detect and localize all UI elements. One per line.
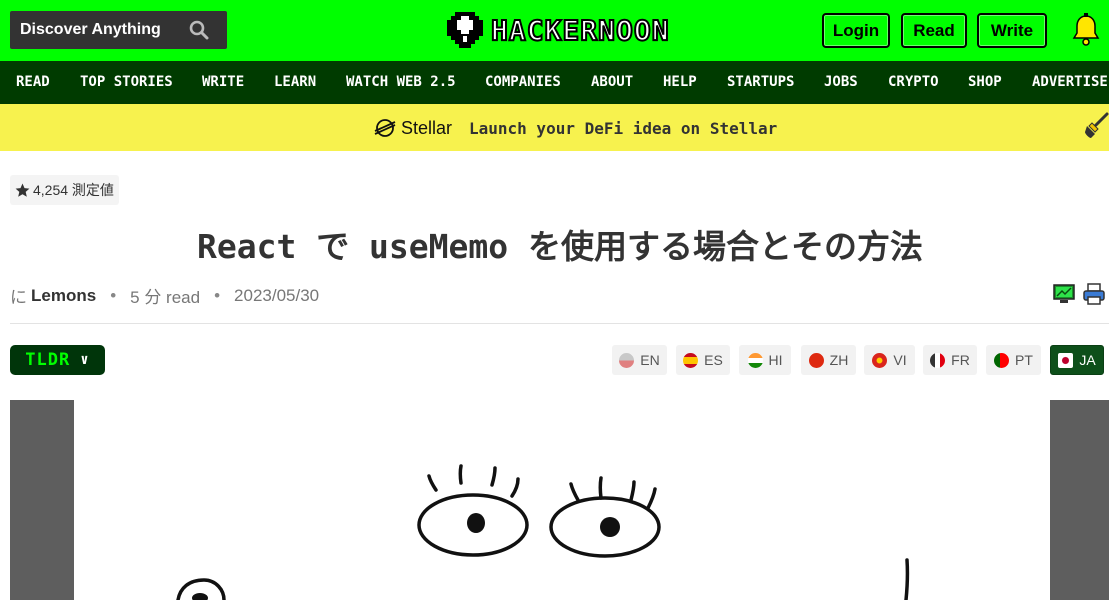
lang-code: VI — [893, 352, 907, 368]
nav-item-about[interactable]: ABOUT — [591, 74, 633, 90]
lang-hi[interactable]: HI — [739, 345, 791, 375]
search-icon — [189, 20, 209, 40]
nav-item-learn[interactable]: LEARN — [274, 74, 316, 90]
lang-code: FR — [951, 352, 970, 368]
nav-item-read[interactable]: READ — [16, 74, 50, 90]
japan-flag-icon — [1058, 352, 1074, 368]
notification-bell-icon[interactable] — [1068, 12, 1104, 48]
us-flag-icon — [619, 352, 635, 368]
cartoon-eyes-illustration — [176, 464, 910, 600]
vietnam-flag-icon — [872, 352, 888, 368]
author-link[interactable]: Lemons — [31, 286, 96, 306]
star-icon — [15, 183, 30, 197]
tldr-button[interactable]: TLDR ∨ — [10, 345, 105, 375]
china-flag-icon — [808, 352, 824, 368]
rating-text: 4,254 測定値 — [33, 182, 114, 198]
banner-text: Launch your DeFi idea on Stellar — [469, 119, 778, 138]
india-flag-icon — [747, 352, 763, 368]
stellar-icon — [374, 119, 396, 137]
tldr-label: TLDR — [25, 350, 71, 370]
lang-zh[interactable]: ZH — [801, 345, 856, 375]
hero-illustration — [74, 400, 1050, 600]
lang-code: JA — [1079, 352, 1096, 368]
lang-code: HI — [768, 352, 783, 368]
divider — [10, 323, 1109, 324]
nav-item-companies[interactable]: COMPANIES — [485, 74, 561, 90]
logo-icon — [447, 12, 483, 48]
nav-item-help[interactable]: HELP — [663, 74, 697, 90]
separator-dot: • — [110, 285, 117, 305]
top-header: Discover Anything HACKERNOON Login Read … — [0, 0, 1109, 61]
lang-es[interactable]: ES — [676, 345, 730, 375]
nav-item-startups[interactable]: STARTUPS — [727, 74, 794, 90]
search-bar[interactable]: Discover Anything — [10, 11, 227, 49]
nav-item-watch-web[interactable]: WATCH WEB 2.5 — [346, 74, 456, 90]
nav-item-write[interactable]: WRITE — [202, 74, 244, 90]
article-title: React で useMemo を使用する場合とその方法 — [196, 227, 924, 266]
lang-pt[interactable]: PT — [986, 345, 1041, 375]
write-button[interactable]: Write — [977, 13, 1047, 48]
read-time: 5 分 read — [130, 288, 201, 307]
lang-ja[interactable]: JA — [1050, 345, 1104, 375]
sponsor-banner[interactable]: Stellar Launch your DeFi idea on Stellar — [0, 104, 1109, 151]
nav-item-top-stories[interactable]: TOP STORIES — [80, 74, 173, 90]
print-icon[interactable] — [1083, 283, 1105, 305]
lang-code: EN — [640, 352, 660, 368]
separator-dot: • — [214, 285, 221, 305]
nav-item-jobs[interactable]: JOBS — [824, 74, 858, 90]
byline: に Lemons • 5 分 read • 2023/05/30 — [10, 283, 319, 308]
login-button[interactable]: Login — [822, 13, 890, 48]
read-button[interactable]: Read — [901, 13, 967, 48]
by-prefix: に — [10, 288, 27, 307]
spain-flag-icon — [683, 352, 699, 368]
logo-text: HACKERNOON — [490, 13, 670, 48]
lang-en[interactable]: EN — [612, 345, 667, 375]
nav-item-crypto[interactable]: CRYPTO — [888, 74, 939, 90]
rating-badge: 4,254 測定値 — [10, 175, 119, 205]
hackernoon-logo[interactable]: HACKERNOON — [447, 9, 670, 51]
lang-code: ES — [704, 352, 723, 368]
screen-icon[interactable] — [1053, 283, 1075, 305]
publish-date: 2023/05/30 — [234, 285, 320, 305]
stellar-name: Stellar — [401, 117, 453, 138]
france-flag-icon — [930, 352, 946, 368]
search-label: Discover Anything — [20, 21, 161, 38]
nav-item-shop[interactable]: SHOP — [968, 74, 1002, 90]
lang-code: ZH — [829, 352, 849, 368]
chevron-down-icon: ∨ — [80, 352, 90, 368]
lang-fr[interactable]: FR — [923, 345, 977, 375]
lang-code: PT — [1015, 352, 1033, 368]
portugal-flag-icon — [994, 352, 1010, 368]
brush-icon[interactable] — [1083, 112, 1109, 140]
lang-vi[interactable]: VI — [864, 345, 915, 375]
nav-item-advertise[interactable]: ADVERTISE — [1032, 74, 1108, 90]
main-nav: READ TOP STORIES WRITE LEARN WATCH WEB 2… — [0, 61, 1109, 104]
hero-image — [10, 400, 1109, 600]
stellar-logo: Stellar — [374, 117, 452, 139]
